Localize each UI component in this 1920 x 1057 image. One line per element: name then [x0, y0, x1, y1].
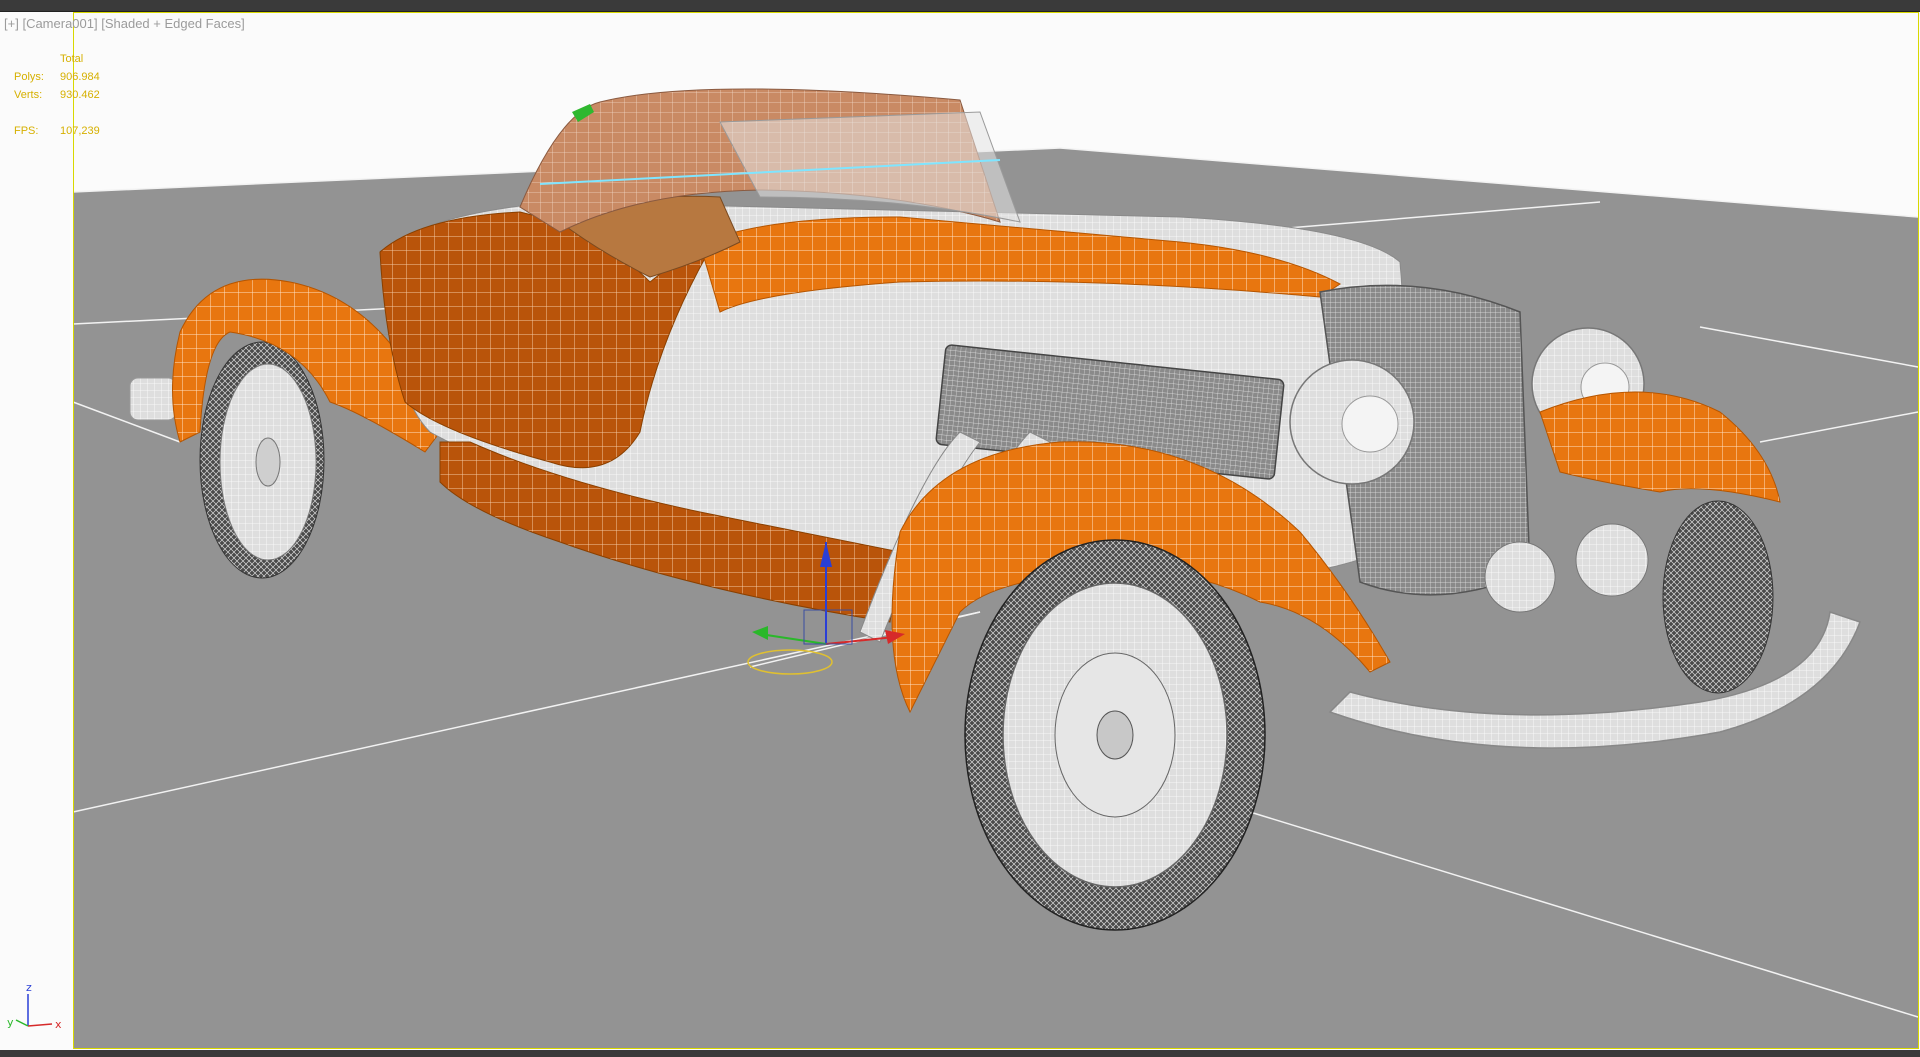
fps-label: FPS:	[14, 125, 39, 137]
polys-label: Polys:	[14, 71, 44, 83]
axis-x-label: x	[55, 1018, 62, 1031]
rear-wheel	[199, 341, 325, 579]
viewport-shading-menu[interactable]: [Shaded + Edged Faces]	[101, 16, 244, 31]
viewport-scene[interactable]	[0, 12, 1920, 1050]
viewport-label-menu[interactable]: [+] [Camera001] [Shaded + Edged Faces]	[4, 16, 245, 31]
left-front-wheel	[964, 539, 1266, 931]
fps-value: 107,239	[60, 125, 100, 137]
polys-value: 906.984	[60, 71, 100, 83]
right-front-wheel	[1662, 500, 1774, 694]
bottom-status-strip	[0, 1050, 1920, 1057]
verts-label: Verts:	[14, 89, 43, 101]
top-toolbar-strip	[0, 0, 1920, 12]
viewport-camera-menu[interactable]: [Camera001]	[22, 16, 97, 31]
viewport-plus-menu[interactable]: [+]	[4, 16, 19, 31]
axis-y-label: y	[7, 1016, 14, 1029]
rear-bumper	[129, 377, 177, 421]
axis-tripod-icon: z x y	[7, 981, 62, 1031]
stats-header: Total	[60, 53, 84, 65]
verts-value: 930.462	[60, 89, 100, 101]
axis-z-label: z	[26, 981, 32, 994]
camera-viewport[interactable]: [+] [Camera001] [Shaded + Edged Faces] T…	[0, 12, 1920, 1050]
viewport-left-margin	[0, 12, 73, 1050]
